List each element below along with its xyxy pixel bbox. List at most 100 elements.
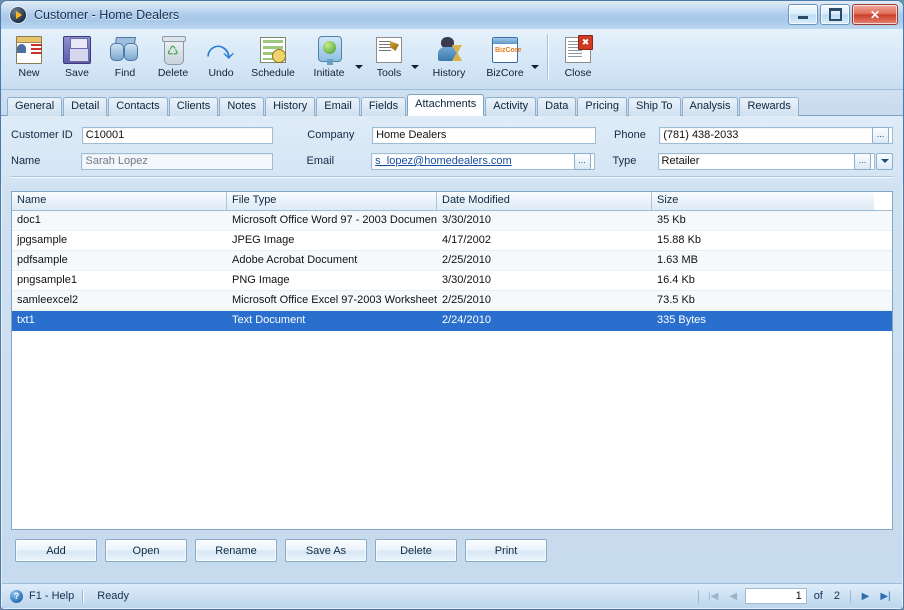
customer-window: Customer - Home Dealers ✕ New Save Find … — [0, 0, 904, 610]
tools-dropdown-arrow-icon[interactable] — [411, 64, 419, 69]
cell-name: samleexcel2 — [17, 294, 79, 306]
table-row[interactable]: samleexcel2 Microsoft Office Excel 97-20… — [12, 291, 892, 311]
toolbar-button-new[interactable]: New — [5, 32, 53, 79]
toolbar-button-delete[interactable]: Delete — [149, 32, 197, 79]
tab-data[interactable]: Data — [537, 97, 577, 116]
table-row[interactable]: pngsample1 PNG Image 3/30/2010 16.4 Kb — [12, 271, 892, 291]
add-button[interactable]: Add — [15, 539, 97, 562]
tab-detail[interactable]: Detail — [63, 97, 108, 116]
column-header-date-modified[interactable]: Date Modified — [437, 192, 652, 210]
save-floppy-icon — [61, 34, 93, 66]
phone-value: (781) 438-2033 — [663, 129, 739, 141]
toolbar-label: Schedule — [251, 67, 295, 79]
column-header-name[interactable]: Name — [12, 192, 227, 210]
toolbar-button-schedule[interactable]: Schedule — [245, 32, 301, 79]
cell-date: 3/30/2010 — [442, 214, 491, 226]
help-text: F1 - Help — [29, 590, 75, 602]
tab-fields[interactable]: Fields — [360, 97, 407, 116]
undo-arrow-icon: ⤺ — [207, 35, 235, 65]
phone-ellipsis-button[interactable]: ... — [872, 126, 889, 144]
email-link[interactable]: s_lopez@homedealers.com — [375, 155, 512, 167]
type-field[interactable]: Retailer ... — [657, 152, 876, 170]
name-field[interactable]: Sarah Lopez — [81, 152, 273, 170]
maximize-button[interactable] — [820, 4, 850, 25]
save-as-button[interactable]: Save As — [285, 539, 367, 562]
company-field[interactable]: Home Dealers — [372, 126, 597, 144]
toolbar-label: Delete — [157, 67, 189, 79]
toolbar-button-find[interactable]: Find — [101, 32, 149, 79]
toolbar-button-bizcore[interactable]: BizCore — [477, 32, 533, 79]
help-circle-icon[interactable]: ? — [10, 589, 23, 603]
cell-name: pngsample1 — [17, 274, 77, 286]
toolbar-label: Initiate — [313, 67, 345, 79]
cell-file-type: Microsoft Office Excel 97-2003 Worksheet — [232, 294, 437, 306]
initiate-dropdown-arrow-icon[interactable] — [355, 64, 363, 69]
last-record-button[interactable]: ▶| — [877, 588, 894, 604]
panel-divider — [11, 176, 893, 177]
table-row[interactable]: jpgsample JPEG Image 4/17/2002 15.88 Kb — [12, 231, 892, 251]
tab-clients[interactable]: Clients — [168, 97, 219, 116]
table-row[interactable]: pdfsample Adobe Acrobat Document 2/25/20… — [12, 251, 892, 271]
toolbar-button-tools[interactable]: Tools — [365, 32, 413, 79]
customer-id-field[interactable]: C10001 — [81, 126, 274, 144]
toolbar-label: Tools — [376, 67, 402, 79]
cell-file-type: Adobe Acrobat Document — [232, 254, 358, 266]
close-button[interactable]: ✕ — [852, 4, 898, 25]
toolbar-label: New — [18, 67, 40, 79]
toolbar-button-history[interactable]: History — [421, 32, 477, 79]
company-value: Home Dealers — [376, 129, 447, 141]
tab-contacts[interactable]: Contacts — [108, 97, 168, 116]
tab-rewards[interactable]: Rewards — [739, 97, 799, 116]
chevron-down-icon — [880, 159, 889, 163]
column-header-size[interactable]: Size — [652, 192, 874, 210]
cell-name: jpgsample — [17, 234, 68, 246]
status-bar: ? F1 - Help Ready |◀ ◀ 1 of 2 ▶ ▶| — [2, 583, 902, 608]
tab-history[interactable]: History — [265, 97, 316, 116]
window-controls: ✕ — [788, 4, 898, 25]
toolbar-button-initiate[interactable]: Initiate — [301, 32, 357, 79]
phone-field[interactable]: (781) 438-2033 ... — [659, 126, 893, 144]
print-button[interactable]: Print — [465, 539, 547, 562]
toolbar-button-undo[interactable]: ⤺ Undo — [197, 32, 245, 79]
toolbar-label: Close — [564, 67, 592, 79]
tab-shipto[interactable]: Ship To — [628, 97, 681, 116]
attachment-actions: Add Open Rename Save As Delete Print — [15, 539, 903, 562]
type-ellipsis-button[interactable]: ... — [854, 152, 872, 170]
email-ellipsis-button[interactable]: ... — [573, 152, 591, 170]
table-row-selected[interactable]: txt1 Text Document 2/24/2010 335 Bytes — [12, 311, 892, 331]
cell-date: 3/30/2010 — [442, 274, 491, 286]
toolbar-button-close[interactable]: Close — [554, 32, 602, 79]
column-header-file-type[interactable]: File Type — [227, 192, 437, 210]
open-button[interactable]: Open — [105, 539, 187, 562]
main-toolbar: New Save Find Delete ⤺ Undo Schedule Ini… — [1, 29, 903, 90]
rename-button[interactable]: Rename — [195, 539, 277, 562]
minimize-button[interactable] — [788, 4, 818, 25]
email-field[interactable]: s_lopez@homedealers.com ... — [371, 152, 595, 170]
type-label: Type — [612, 155, 637, 167]
cell-name: doc1 — [17, 214, 41, 226]
cell-size: 35 Kb — [657, 214, 686, 226]
current-page-input[interactable]: 1 — [744, 588, 807, 604]
type-dropdown-button[interactable] — [876, 152, 894, 170]
toolbar-button-save[interactable]: Save — [53, 32, 101, 79]
new-record-icon — [13, 34, 45, 66]
tab-attachments[interactable]: Attachments — [407, 94, 485, 116]
table-row[interactable]: doc1 Microsoft Office Word 97 - 2003 Doc… — [12, 211, 892, 231]
toolbar-label: BizCore — [486, 67, 524, 79]
tab-notes[interactable]: Notes — [219, 97, 265, 116]
previous-record-button[interactable]: ◀ — [725, 588, 742, 604]
cell-date: 2/24/2010 — [442, 314, 491, 326]
tab-analysis[interactable]: Analysis — [681, 97, 739, 116]
next-record-button[interactable]: ▶ — [857, 588, 874, 604]
tab-email[interactable]: Email — [316, 97, 360, 116]
cell-size: 15.88 Kb — [657, 234, 702, 246]
customer-header-panel: Customer ID C10001 Company Home Dealers … — [1, 116, 903, 183]
attachments-grid[interactable]: Name File Type Date Modified Size doc1 M… — [11, 191, 893, 530]
tab-pricing[interactable]: Pricing — [577, 97, 628, 116]
tab-activity[interactable]: Activity — [485, 97, 537, 116]
bizcore-dropdown-arrow-icon[interactable] — [531, 64, 539, 69]
first-record-button[interactable]: |◀ — [705, 588, 722, 604]
tab-general[interactable]: General — [7, 97, 63, 116]
delete-button[interactable]: Delete — [375, 539, 457, 562]
cell-date: 2/25/2010 — [442, 254, 491, 266]
